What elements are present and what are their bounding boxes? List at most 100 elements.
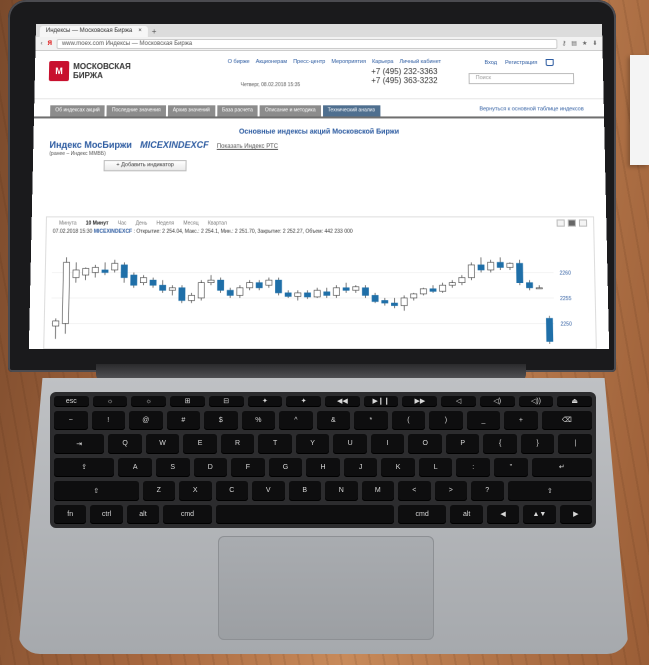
candle-body[interactable] bbox=[92, 267, 98, 272]
back-arrow-icon[interactable]: ‹ bbox=[41, 40, 43, 46]
tab-last-values[interactable]: Последние значения bbox=[106, 105, 166, 117]
moex-logo[interactable]: М МОСКОВСКАЯ БИРЖА bbox=[48, 61, 144, 82]
key[interactable]: ↵ bbox=[531, 457, 592, 478]
candle-body[interactable] bbox=[420, 289, 426, 294]
key[interactable]: @ bbox=[129, 410, 163, 431]
key[interactable]: B bbox=[288, 481, 321, 501]
candle-body[interactable] bbox=[198, 283, 204, 298]
interval-minute[interactable]: Минута bbox=[59, 220, 77, 226]
interval-week[interactable]: Неделя bbox=[156, 220, 174, 226]
key[interactable]: S bbox=[155, 457, 190, 478]
key[interactable]: alt bbox=[126, 504, 160, 524]
download-icon[interactable]: ⬇ bbox=[592, 40, 597, 47]
back-to-table-link[interactable]: Вернуться к основной таблице индексов bbox=[479, 106, 583, 112]
candle-body[interactable] bbox=[53, 321, 59, 326]
key[interactable]: < bbox=[398, 481, 431, 501]
candle-body[interactable] bbox=[411, 294, 417, 298]
key[interactable] bbox=[215, 504, 394, 524]
browser-tab[interactable]: Индексы — Московская Биржа × bbox=[39, 25, 148, 37]
tab-about-indices[interactable]: Об индексах акций bbox=[50, 105, 105, 117]
key[interactable]: % bbox=[241, 410, 276, 431]
key[interactable]: ! bbox=[91, 410, 126, 431]
key[interactable]: ? bbox=[471, 481, 504, 501]
candle-chart-icon[interactable] bbox=[567, 219, 576, 227]
key[interactable]: * bbox=[354, 410, 388, 431]
key[interactable]: ▶❙❙ bbox=[363, 396, 399, 407]
candle-body[interactable] bbox=[488, 262, 494, 270]
candle-body[interactable] bbox=[83, 268, 89, 275]
candle-body[interactable] bbox=[188, 295, 194, 300]
candle-body[interactable] bbox=[333, 288, 339, 296]
key[interactable]: F bbox=[231, 457, 265, 478]
candle-body[interactable] bbox=[304, 293, 310, 297]
candle-body[interactable] bbox=[179, 288, 185, 301]
star-icon[interactable]: ★ bbox=[582, 40, 588, 47]
key[interactable]: ⏏ bbox=[557, 396, 593, 407]
key[interactable]: } bbox=[520, 434, 555, 454]
nav-press[interactable]: Пресс-центр bbox=[293, 59, 325, 65]
candle-body[interactable] bbox=[343, 288, 349, 291]
candle-body[interactable] bbox=[430, 289, 436, 292]
candle-body[interactable] bbox=[102, 270, 108, 273]
candle-body[interactable] bbox=[160, 285, 166, 290]
candle-body[interactable] bbox=[401, 298, 407, 306]
key[interactable]: > bbox=[434, 481, 467, 501]
candle-body[interactable] bbox=[324, 292, 330, 296]
nav-events[interactable]: Мероприятия bbox=[331, 59, 366, 65]
key[interactable]: + bbox=[504, 410, 538, 431]
key[interactable]: ◀◀ bbox=[325, 396, 360, 407]
tab-technical-analysis[interactable]: Технический анализ bbox=[322, 105, 380, 117]
key[interactable]: & bbox=[316, 410, 351, 431]
key[interactable]: ◁) bbox=[479, 396, 515, 407]
key[interactable]: W bbox=[145, 434, 180, 454]
key[interactable]: alt bbox=[450, 504, 483, 524]
key[interactable]: " bbox=[494, 457, 528, 478]
key[interactable]: ( bbox=[391, 410, 426, 431]
candle-body[interactable] bbox=[382, 301, 388, 304]
interval-month[interactable]: Месяц bbox=[183, 220, 198, 226]
key[interactable]: Q bbox=[108, 434, 142, 454]
line-chart-icon[interactable] bbox=[556, 219, 565, 227]
nav-shareholders[interactable]: Акционерам bbox=[256, 59, 287, 65]
key[interactable]: _ bbox=[466, 410, 501, 431]
key[interactable]: ☼ bbox=[131, 396, 167, 407]
key[interactable]: cmd bbox=[397, 504, 447, 524]
key[interactable]: M bbox=[361, 481, 394, 501]
key[interactable]: $ bbox=[204, 410, 238, 431]
key[interactable]: ◁)) bbox=[518, 396, 554, 407]
candle-body[interactable] bbox=[516, 263, 522, 282]
key[interactable]: ◀ bbox=[486, 504, 520, 524]
tab-archive[interactable]: Архив значений bbox=[167, 105, 215, 117]
close-icon[interactable]: × bbox=[138, 26, 142, 37]
key[interactable]: # bbox=[166, 410, 201, 431]
url-input[interactable]: www.moex.com Индексы — Московская Биржа bbox=[56, 38, 557, 49]
candle-body[interactable] bbox=[314, 290, 320, 297]
key[interactable]: cmd bbox=[163, 504, 212, 524]
key[interactable]: ▶ bbox=[559, 504, 593, 524]
candle-body[interactable] bbox=[285, 293, 291, 297]
candle-body[interactable] bbox=[546, 318, 553, 341]
candle-body[interactable] bbox=[246, 283, 252, 288]
key[interactable]: ⌫ bbox=[541, 410, 592, 431]
key-icon[interactable]: ⚷ bbox=[562, 40, 567, 47]
interval-hour[interactable]: Час bbox=[118, 220, 127, 226]
key[interactable]: N bbox=[325, 481, 358, 501]
key[interactable]: ◁ bbox=[441, 396, 476, 407]
login-link[interactable]: Вход bbox=[484, 60, 497, 66]
candle-body[interactable] bbox=[275, 280, 281, 293]
key[interactable]: H bbox=[306, 457, 340, 478]
nav-career[interactable]: Карьера bbox=[372, 59, 393, 65]
candle-body[interactable] bbox=[507, 263, 513, 267]
key[interactable]: : bbox=[456, 457, 491, 478]
search-input[interactable]: Поиск bbox=[468, 73, 575, 85]
candle-body[interactable] bbox=[227, 290, 233, 295]
candle-body[interactable] bbox=[468, 265, 474, 278]
key[interactable]: ▲▼ bbox=[523, 504, 556, 524]
key[interactable]: T bbox=[258, 434, 292, 454]
candle-body[interactable] bbox=[73, 270, 79, 278]
candle-body[interactable] bbox=[140, 278, 146, 283]
candle-body[interactable] bbox=[440, 285, 446, 291]
register-link[interactable]: Регистрация bbox=[505, 60, 537, 66]
key[interactable]: Y bbox=[295, 434, 330, 454]
key[interactable]: V bbox=[252, 481, 285, 501]
